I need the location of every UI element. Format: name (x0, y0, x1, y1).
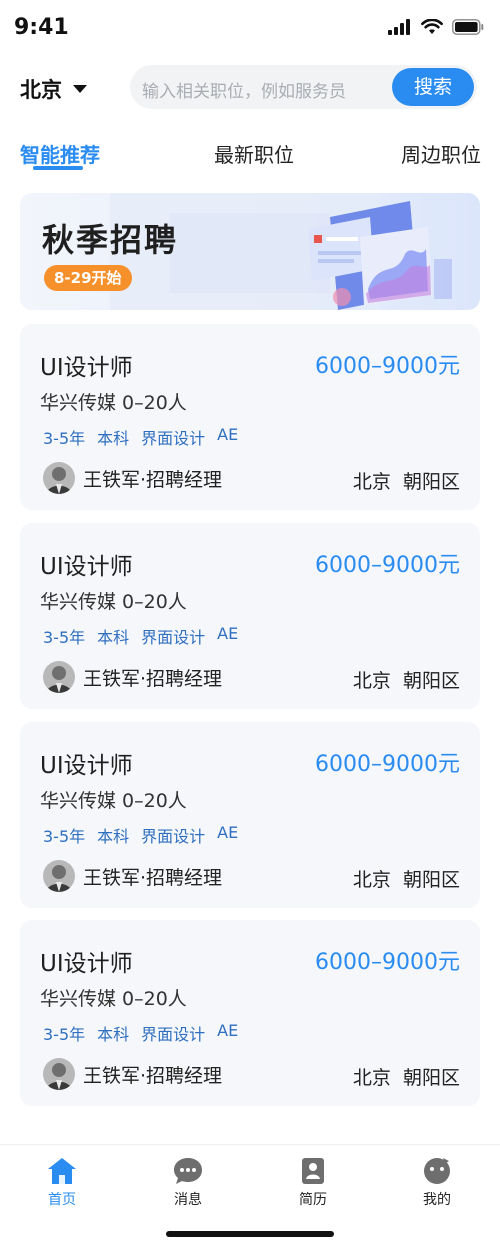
job-district: 朝阳区 (402, 1067, 460, 1089)
home-icon (48, 1158, 76, 1184)
battery-icon (452, 19, 484, 35)
recruiter: 王铁军·招聘经理 (43, 462, 222, 494)
autumn-recruitment-banner[interactable]: 秋季招聘 8-29开始 (20, 193, 480, 310)
recruiter-name: 王铁军·招聘经理 (83, 667, 223, 690)
job-location: 北京 朝阳区 (353, 467, 460, 494)
recruiter-name: 王铁军·招聘经理 (83, 468, 223, 491)
recruiter-name: 王铁军·招聘经理 (83, 1064, 223, 1087)
job-tag: AE (217, 624, 239, 643)
signal-icon (388, 19, 410, 35)
header: 北京 输入相关职位，例如服务员 搜索 (0, 62, 500, 112)
recruiter-avatar (43, 462, 75, 494)
search-bar[interactable]: 输入相关职位，例如服务员 搜索 (130, 65, 477, 109)
job-tag: 本科 (97, 827, 130, 846)
nav-item-home[interactable]: 首页 (22, 1157, 102, 1209)
job-city: 北京 (352, 1067, 391, 1089)
job-company: 华兴传媒 0–20人 (40, 591, 187, 613)
nav-label: 简历 (299, 1192, 327, 1208)
job-tag: 3-5年 (43, 429, 86, 448)
home-indicator (166, 1231, 334, 1237)
recruiter: 王铁军·招聘经理 (43, 1058, 222, 1090)
job-district: 朝阳区 (402, 869, 460, 891)
banner-title: 秋季招聘 (42, 221, 179, 259)
job-salary: 6000–9000元 (315, 354, 460, 379)
caret-down-icon (73, 85, 87, 93)
recruiter-avatar (43, 661, 75, 693)
job-title: UI设计师 (40, 355, 133, 381)
job-tag: 3-5年 (43, 1025, 86, 1044)
profile-icon (424, 1158, 450, 1184)
recruiter-avatar (43, 1058, 75, 1090)
job-location: 北京 朝阳区 (353, 865, 460, 892)
search-input[interactable]: 输入相关职位，例如服务员 (142, 77, 346, 102)
recruiter: 王铁军·招聘经理 (43, 661, 222, 693)
job-city: 北京 (352, 670, 391, 692)
recruiter-avatar (43, 860, 75, 892)
category-tabs: 智能推荐 最新职位 周边职位 (0, 134, 500, 176)
banner-date-badge: 8-29开始 (44, 265, 132, 291)
job-tag: 界面设计 (141, 628, 206, 647)
nav-item-profile[interactable]: 我的 (397, 1157, 477, 1209)
recruiter-name: 王铁军·招聘经理 (83, 866, 223, 889)
job-tag: 本科 (97, 628, 130, 647)
job-title: UI设计师 (40, 554, 133, 580)
job-salary: 6000–9000元 (315, 950, 460, 975)
job-tags: 3-5年 本科 界面设计 AE (43, 624, 238, 648)
job-tags: 3-5年 本科 界面设计 AE (43, 1021, 238, 1045)
job-tag: AE (217, 425, 239, 444)
status-bar: 9:41 (0, 0, 500, 60)
job-tag: 3-5年 (43, 628, 86, 647)
city-selector[interactable]: 北京 (20, 74, 88, 104)
job-title: UI设计师 (40, 951, 133, 977)
nav-label: 我的 (423, 1192, 451, 1208)
job-title: UI设计师 (40, 753, 133, 779)
job-district: 朝阳区 (402, 471, 460, 493)
job-salary: 6000–9000元 (315, 752, 460, 777)
job-district: 朝阳区 (402, 670, 460, 692)
job-tag: 界面设计 (141, 1025, 206, 1044)
tab-nearby[interactable]: 周边职位 (401, 139, 481, 168)
recruiter: 王铁军·招聘经理 (43, 860, 222, 892)
job-location: 北京 朝阳区 (353, 666, 460, 693)
job-tag: 本科 (97, 1025, 130, 1044)
job-card[interactable]: UI设计师 6000–9000元 华兴传媒 0–20人 3-5年 本科 界面设计… (20, 920, 480, 1106)
job-city: 北京 (352, 471, 391, 493)
job-salary: 6000–9000元 (315, 553, 460, 578)
job-tag: AE (217, 1021, 239, 1040)
job-tag: 本科 (97, 429, 130, 448)
job-company: 华兴传媒 0–20人 (40, 790, 187, 812)
job-tag: 界面设计 (141, 429, 206, 448)
nav-item-messages[interactable]: 消息 (148, 1157, 228, 1209)
status-time: 9:41 (14, 15, 69, 40)
job-location: 北京 朝阳区 (353, 1063, 460, 1090)
job-tag: 界面设计 (141, 827, 206, 846)
job-tag: AE (217, 823, 239, 842)
message-icon (174, 1158, 202, 1184)
status-icons (388, 19, 484, 35)
job-card[interactable]: UI设计师 6000–9000元 华兴传媒 0–20人 3-5年 本科 界面设计… (20, 523, 480, 709)
job-tag: 3-5年 (43, 827, 86, 846)
bottom-nav: 首页 消息 简历 我的 (0, 1144, 500, 1257)
job-card[interactable]: UI设计师 6000–9000元 华兴传媒 0–20人 3-5年 本科 界面设计… (20, 722, 480, 908)
job-tags: 3-5年 本科 界面设计 AE (43, 823, 238, 847)
city-label: 北京 (20, 78, 62, 102)
job-company: 华兴传媒 0–20人 (40, 988, 187, 1010)
job-card[interactable]: UI设计师 6000–9000元 华兴传媒 0–20人 3-5年 本科 界面设计… (20, 324, 480, 510)
nav-label: 消息 (174, 1192, 202, 1208)
nav-label: 首页 (48, 1192, 76, 1208)
tab-recommended[interactable]: 智能推荐 (20, 139, 100, 168)
job-tags: 3-5年 本科 界面设计 AE (43, 425, 238, 449)
nav-item-resume[interactable]: 简历 (273, 1157, 353, 1209)
wifi-icon (421, 19, 443, 34)
resume-icon (302, 1158, 324, 1184)
tab-indicator (33, 166, 83, 170)
job-city: 北京 (352, 869, 391, 891)
banner-illustration (308, 201, 452, 310)
job-company: 华兴传媒 0–20人 (40, 392, 187, 414)
tab-latest[interactable]: 最新职位 (214, 139, 294, 168)
search-button[interactable]: 搜索 (392, 68, 474, 106)
